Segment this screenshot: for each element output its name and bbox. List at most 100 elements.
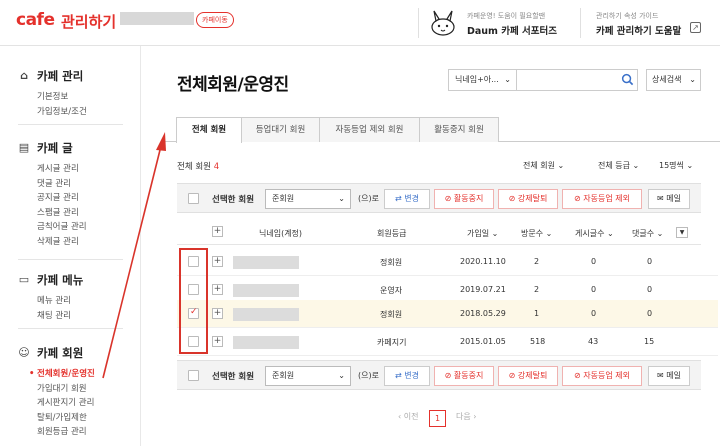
swap-icon: ⇄: [395, 371, 402, 380]
tab-levelup-pending[interactable]: 등업대기 회원: [241, 117, 320, 142]
swap-icon: ⇄: [395, 194, 402, 203]
guide-link[interactable]: 카페 관리하기 도움말: [596, 23, 681, 37]
tab-auto-levelup-excluded[interactable]: 자동등업 제외 회원: [319, 117, 420, 142]
expand-row-icon[interactable]: +: [212, 336, 223, 347]
block-icon: ⊘: [508, 194, 516, 203]
grade-filter-select[interactable]: 전체 등급 ⌄: [598, 160, 639, 171]
sidebar-item-chat-manage[interactable]: 채팅 관리: [18, 309, 83, 324]
expel-button[interactable]: ⊘ 강제탈퇴: [498, 366, 558, 386]
sidebar-item-posts[interactable]: 게시글 관리: [18, 162, 87, 177]
detail-search-button[interactable]: 상세검색 ⌄: [646, 69, 701, 91]
row-grade: 정회원: [380, 310, 403, 319]
col-comments-label: 댓글수: [632, 229, 655, 238]
search-type-select[interactable]: 닉네임+아... ⌄: [448, 69, 517, 91]
grade-select[interactable]: 준회원 ⌄: [265, 366, 351, 386]
tab-suspended[interactable]: 활동중지 회원: [419, 117, 499, 142]
column-options-icon[interactable]: ▼: [676, 227, 688, 238]
external-link-icon[interactable]: ↗: [690, 22, 701, 33]
auto-levelup-exclude-button[interactable]: ⊘ 자동등업 제외: [562, 189, 642, 209]
member-nickname-blurred[interactable]: [233, 256, 299, 269]
col-posts[interactable]: 게시글수 ⌄: [575, 228, 614, 239]
sidebar-item-basic-info[interactable]: 기본정보: [18, 90, 87, 105]
select-all-checkbox[interactable]: [188, 193, 199, 204]
sidebar-item-join-info[interactable]: 가입정보/조건: [18, 105, 87, 120]
filter-label: 전체 등급: [598, 161, 630, 170]
search-input[interactable]: [517, 69, 638, 91]
row-grade: 운영자: [380, 286, 403, 295]
cafe-logo[interactable]: cafe: [16, 10, 55, 30]
col-grade: 회원등급: [377, 229, 407, 238]
row-visits: 1: [534, 309, 540, 318]
member-filter-select[interactable]: 전체 회원 ⌄: [523, 160, 564, 171]
chevron-down-icon: ⌄: [686, 161, 694, 170]
row-visits: 2: [534, 257, 540, 266]
header-divider: [418, 8, 419, 38]
member-nickname-blurred[interactable]: [233, 284, 299, 297]
cafe-move-button[interactable]: 카페이동: [196, 12, 234, 28]
chevron-down-icon: ⌄: [632, 161, 640, 170]
member-nickname-blurred[interactable]: [233, 308, 299, 321]
col-posts-label: 게시글수: [575, 229, 605, 238]
col-joined-label: 가입일: [467, 229, 490, 238]
guide-caption: 관리하기 속성 가이드: [596, 12, 659, 20]
expand-all-icon[interactable]: +: [212, 226, 223, 237]
sidebar-item-menu-manage[interactable]: 메뉴 관리: [18, 294, 83, 309]
pager-next[interactable]: 다음 ›: [456, 411, 476, 422]
pager-prev[interactable]: ‹ 이전: [398, 411, 418, 422]
mail-button[interactable]: ✉ 메일: [648, 189, 690, 209]
col-joined[interactable]: 가입일 ⌄: [467, 228, 498, 239]
sidebar-item-comments[interactable]: 댓글 관리: [18, 177, 87, 192]
sidebar-item-spam[interactable]: 스팸글 관리: [18, 206, 87, 221]
header-divider: [580, 8, 581, 38]
expel-button[interactable]: ⊘ 강제탈퇴: [498, 189, 558, 209]
expand-row-icon[interactable]: +: [212, 256, 223, 267]
select-all-checkbox[interactable]: [188, 370, 199, 381]
member-nickname-blurred[interactable]: [233, 336, 299, 349]
block-icon: ⊘: [444, 194, 452, 203]
sidebar-item-notices[interactable]: 공지글 관리: [18, 191, 87, 206]
supporters-link[interactable]: Daum 카페 서포터즈: [467, 23, 557, 37]
suspend-button[interactable]: ⊘ 활동중지: [434, 366, 494, 386]
sidebar-item-deleted[interactable]: 삭제글 관리: [18, 235, 87, 250]
row-joined: 2018.05.29: [460, 309, 506, 318]
search-icon[interactable]: [621, 73, 634, 86]
page-size-select[interactable]: 15명씩 ⌄: [659, 160, 693, 171]
col-comments[interactable]: 댓글수 ⌄: [632, 228, 663, 239]
chevron-down-icon: ⌄: [491, 229, 499, 238]
change-grade-button[interactable]: ⇄ 변경: [384, 189, 430, 209]
grade-select[interactable]: 준회원 ⌄: [265, 189, 351, 209]
row-grade: 카페지기: [377, 338, 407, 347]
top-header: cafe 관리하기 카페이동 카페운영! 도움이 필요할땐 Daum 카페 서포…: [0, 0, 720, 46]
chevron-down-icon: ⌄: [338, 194, 345, 203]
auto-levelup-exclude-button[interactable]: ⊘ 자동등업 제외: [562, 366, 642, 386]
chevron-down-icon: ⌄: [607, 229, 614, 238]
total-members: 전체 회원 4: [177, 160, 219, 172]
table-row: + 카페지기 2015.01.05 518 43 15: [177, 328, 718, 356]
sidebar-item-all-members[interactable]: 전체회원/운영진: [18, 367, 95, 382]
suspend-button[interactable]: ⊘ 활동중지: [434, 189, 494, 209]
col-visits[interactable]: 방문수 ⌄: [521, 228, 552, 239]
chevron-down-icon: ⌄: [545, 229, 553, 238]
grade-select-value: 준회원: [272, 371, 295, 380]
mail-icon: ✉: [657, 371, 664, 380]
mail-button[interactable]: ✉ 메일: [648, 366, 690, 386]
grade-suffix: (으)로: [358, 371, 379, 380]
pager-prev-label: 이전: [403, 412, 419, 421]
pager-current-page[interactable]: 1: [429, 410, 446, 427]
document-icon: ▤: [18, 141, 30, 154]
mail-label: 메일: [666, 371, 681, 380]
sidebar-item-pending-members[interactable]: 가입대기 회원: [18, 382, 95, 397]
tab-all-members[interactable]: 전체 회원: [176, 117, 242, 143]
table-row: + 정회원 2018.05.29 1 0 0: [177, 300, 718, 328]
expand-row-icon[interactable]: +: [212, 284, 223, 295]
change-grade-button[interactable]: ⇄ 변경: [384, 366, 430, 386]
sidebar-section-title: 카페 회원: [37, 346, 84, 360]
sidebar-item-banned-words[interactable]: 금칙어글 관리: [18, 220, 87, 235]
row-posts: 43: [588, 337, 599, 346]
expand-row-icon[interactable]: +: [212, 308, 223, 319]
sidebar-item-withdraw-ban[interactable]: 탈퇴/가입제한: [18, 411, 95, 426]
manage-title[interactable]: 관리하기: [61, 11, 116, 32]
sidebar-item-board-keepers[interactable]: 게시판지기 관리: [18, 396, 95, 411]
detail-search-label: 상세검색: [652, 75, 682, 84]
sidebar-item-member-grades[interactable]: 회원등급 관리: [18, 425, 95, 440]
